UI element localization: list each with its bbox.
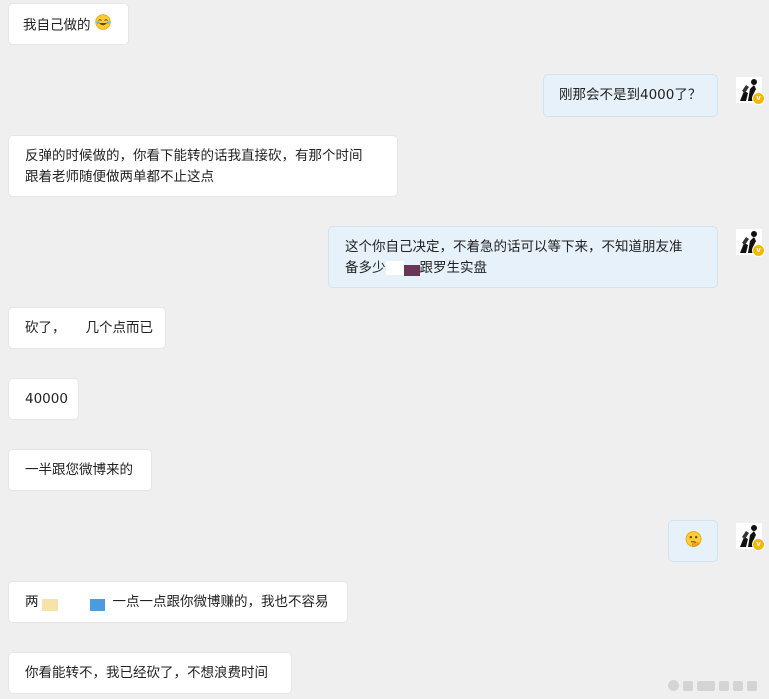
message-bubble-outgoing[interactable]: 刚那会不是到4000了？ [543, 74, 718, 117]
vip-badge-icon: v [752, 538, 765, 551]
user-avatar-icon[interactable]: v [736, 229, 765, 257]
watermark-shape [683, 680, 693, 691]
message-text: 我自己做的 [23, 17, 91, 34]
message-bubble-outgoing[interactable] [668, 520, 718, 562]
redacted-mask [65, 320, 86, 336]
message-text-line: 跟着老师随便做两单都不止这点 [25, 169, 214, 185]
message-text-line: 这个你自己决定，不着急的话可以等下来，不知道朋友准 [345, 239, 683, 255]
message-text: 你看能转不，我已经砍了，不想浪费时间 [25, 665, 268, 681]
vip-badge-icon: v [752, 244, 765, 257]
message-text-line: 反弹的时候做的，你看下能转的话我直接砍，有那个时间 [25, 148, 363, 164]
message-text-fragment: 跟罗生实盘 [419, 260, 488, 276]
message-bubble-incoming[interactable]: 砍了， 几个点而已 [8, 307, 166, 349]
watermark-shape [747, 680, 757, 691]
message-bubble-incoming[interactable]: 我自己做的 [8, 3, 129, 45]
vip-badge-icon: v [752, 92, 765, 105]
message-text-fragment: 砍了， [25, 320, 66, 336]
watermark-shape [733, 680, 743, 691]
redacted-mask [38, 594, 113, 611]
watermark-shape [697, 680, 715, 691]
user-avatar-icon[interactable]: v [736, 77, 765, 105]
laughing-tear-emoji-icon [95, 14, 111, 37]
message-text-fragment: 一点一点跟你微博赚的，我也不容易 [112, 594, 329, 610]
redacted-mask [385, 261, 420, 276]
message-text: 刚那会不是到4000了？ [559, 87, 702, 103]
message-text-fragment: 几个点而已 [85, 320, 154, 336]
message-bubble-incoming[interactable]: 一半跟您微博来的 [8, 449, 152, 491]
watermark-shape [668, 680, 679, 691]
watermark-shape [719, 680, 729, 691]
message-bubble-incoming[interactable]: 你看能转不，我已经砍了，不想浪费时间 [8, 652, 292, 694]
user-avatar-icon[interactable]: v [736, 523, 765, 551]
message-text-fragment: 两 [25, 594, 39, 610]
message-text: 一半跟您微博来的 [25, 462, 133, 478]
message-bubble-incoming[interactable]: 两 一点一点跟你微博赚的，我也不容易 [8, 581, 348, 623]
message-text: 40000 [25, 391, 68, 407]
weibo-watermark-icon [668, 680, 757, 691]
thinking-emoji-icon [685, 531, 702, 555]
message-text-fragment: 备多少 [345, 260, 386, 276]
message-bubble-incoming[interactable]: 反弹的时候做的，你看下能转的话我直接砍，有那个时间 跟着老师随便做两单都不止这点 [8, 135, 398, 197]
message-text-line: 备多少 跟罗生实盘 [345, 258, 701, 279]
message-bubble-incoming[interactable]: 40000 [8, 378, 79, 420]
message-bubble-outgoing[interactable]: 这个你自己决定，不着急的话可以等下来，不知道朋友准 备多少 跟罗生实盘 [328, 226, 718, 288]
